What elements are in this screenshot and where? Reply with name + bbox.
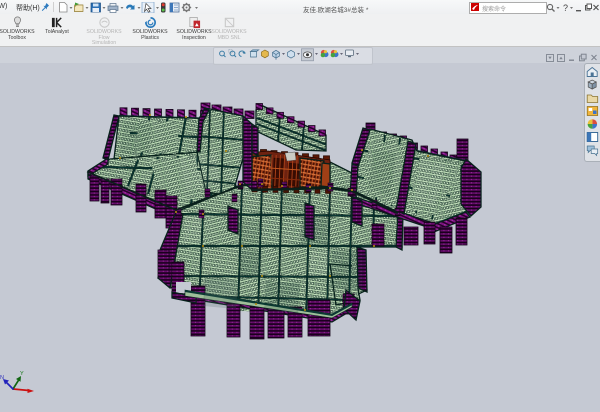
- svg-text:N: N: [0, 375, 4, 381]
- svg-text:?: ?: [563, 3, 568, 13]
- svg-text:Y: Y: [20, 371, 24, 377]
